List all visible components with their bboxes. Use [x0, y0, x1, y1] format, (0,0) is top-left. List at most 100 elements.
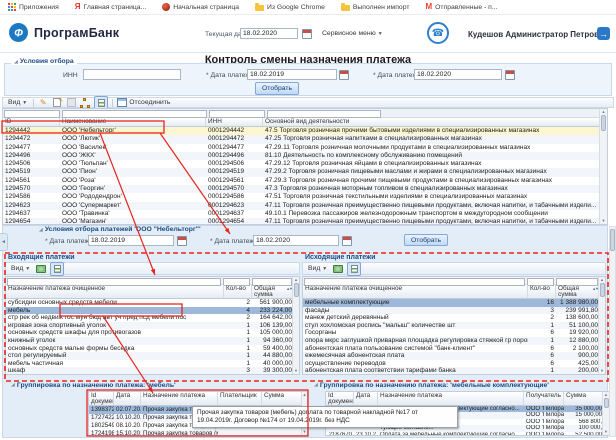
vertical-scrollbar[interactable]: ▲ ▼ [292, 277, 299, 374]
scroll-thumb[interactable] [610, 229, 615, 251]
table-row[interactable]: Госорганы619 920,00 [303, 329, 600, 337]
column-header-sum[interactable]: Сумма [564, 392, 604, 405]
table-row[interactable]: абонентская плата пользование системой "… [303, 345, 600, 353]
table-row[interactable]: 1294519ООО 'Пион'000129451947.29.2 Торго… [3, 168, 600, 176]
table-row[interactable]: ежемесячная абонентская плата6900,00 [303, 352, 600, 360]
table-row[interactable]: 1294561ООО 'Роза'000129456147.29.3 Торго… [3, 177, 600, 185]
table-row[interactable]: опора мкрс заглушкой приварная площадка … [303, 337, 600, 345]
page-scrollbar[interactable] [609, 226, 616, 437]
scroll-thumb[interactable] [600, 283, 605, 297]
column-header-doc-id[interactable]: Id документа [89, 392, 114, 405]
service-menu[interactable]: Сервисное меню ▼ [322, 30, 383, 37]
bookmark-yandex[interactable]: Я Главная страница... [75, 3, 146, 11]
table-row[interactable]: мебельные комплектующие161 388 980,00 [303, 299, 600, 307]
current-date-input[interactable] [240, 28, 298, 39]
phone-icon[interactable]: ☎ [427, 22, 449, 44]
scroll-down-icon[interactable]: ▼ [303, 429, 307, 435]
column-header-inn[interactable]: ИНН [206, 118, 263, 126]
calendar-icon[interactable] [505, 70, 515, 80]
column-header-doc-id[interactable]: Id документа [326, 392, 354, 405]
export-icon[interactable] [50, 262, 64, 276]
table-row[interactable]: 1294442ООО 'Небельторг'000129444247.5 То… [3, 127, 600, 135]
date-to-input[interactable] [414, 69, 502, 80]
table-row[interactable]: стол регулируемый144 880,00 [6, 352, 294, 360]
edit-form-icon[interactable]: ✎ [52, 98, 62, 108]
column-filter-input[interactable] [4, 110, 60, 118]
table-row[interactable]: 1294496ООО 'ЖКХ'000129449681.10 Деятельн… [3, 152, 600, 160]
scroll-down-icon[interactable]: ▼ [604, 429, 608, 435]
table-row[interactable]: игровая зона спортивный уголок1106 139,0… [6, 322, 294, 330]
table-row[interactable]: 1294623ООО 'Супермаркет'000129462347.11 … [3, 202, 600, 210]
column-header-purpose[interactable]: Назначение платежа [378, 392, 524, 405]
detach-button[interactable]: Отсоединить [117, 98, 170, 107]
table-row[interactable]: основных средств шкафы для противогазов1… [6, 329, 294, 337]
bookmark-apps[interactable]: Приложения [8, 3, 59, 11]
table-row[interactable]: основных средств малые формы беседка159 … [6, 345, 294, 353]
table-row[interactable]: манеж детский деревянный2138 600,00 [303, 314, 600, 322]
bookmark-gmail[interactable]: M Отправленные - п... [425, 3, 497, 11]
column-filter-input[interactable] [209, 110, 265, 118]
table-row[interactable]: шкаф339 300,00 [6, 367, 294, 375]
brand[interactable]: Ф ПрограмБанк [8, 22, 119, 43]
table-row[interactable]: 1294506ООО 'Тюльпан'000129450647.29.12 Т… [3, 160, 600, 168]
payments-filter-legend[interactable]: ◢ Условия отбора платежей 'ООО "Небельто… [36, 226, 204, 233]
table-row[interactable]: субсидии основных средств мебели2561 900… [6, 299, 294, 307]
column-header-receiver[interactable]: Получатель [524, 392, 564, 405]
inn-input[interactable] [83, 69, 181, 80]
bookmark-start-page[interactable]: Начальная страница [162, 3, 239, 11]
table-row[interactable]: стр рек об недвиж гос мун бюд авт уч пре… [6, 314, 294, 322]
table-row[interactable]: мебель4233 224,00 [6, 307, 294, 315]
column-filter-input[interactable] [62, 110, 207, 118]
column-header-total[interactable]: Общая сумма ▲▼ [556, 285, 600, 298]
calendar-icon[interactable] [342, 236, 352, 246]
collapse-panel-tab[interactable]: ◄ [0, 233, 8, 251]
select-button[interactable]: Отобрать [255, 82, 299, 95]
table-row[interactable]: 1294654ООО 'Магазин'000129465447.11 Торг… [3, 218, 600, 225]
column-header-payer[interactable]: Плательщик [218, 392, 262, 405]
table-row[interactable]: 218767023.10.2Оплата за мебельные компле… [326, 432, 604, 436]
column-header-count[interactable]: Кол-во [224, 285, 252, 298]
column-header-purpose[interactable]: Назначение платежа очищенное [6, 285, 224, 298]
table-row[interactable]: фасады3239 991,80 [303, 307, 600, 315]
edit-icon[interactable]: ✎ [38, 98, 48, 108]
table-row[interactable]: 1294477ООО 'Василек'000129447747.29.11 Т… [3, 144, 600, 152]
table-row[interactable]: стул хохломская роспись "малыш" количест… [303, 322, 600, 330]
date-from-input[interactable] [247, 69, 337, 80]
money-icon[interactable] [333, 264, 343, 274]
table-row[interactable]: 1294570ООО 'Георгин'000129457047.3 Торго… [3, 185, 600, 193]
scroll-down-icon[interactable]: ▼ [600, 368, 604, 374]
date-to-input[interactable] [253, 235, 339, 246]
scroll-down-icon[interactable]: ▼ [602, 218, 606, 224]
bookmark-import-folder[interactable]: Выполнен импорт [341, 3, 410, 11]
calendar-icon[interactable] [177, 236, 187, 246]
scroll-up-icon[interactable]: ▲ [303, 392, 307, 398]
logout-icon[interactable]: → [597, 27, 610, 40]
table-row[interactable]: 172419815.10.20...Прочая закупка товаров… [89, 430, 303, 436]
date-from-input[interactable] [88, 235, 174, 246]
column-header-name[interactable]: Наименование [60, 118, 206, 126]
column-header-purpose[interactable]: Назначение платежа очищенное [303, 285, 528, 298]
column-header-sum[interactable]: Сумма [262, 392, 303, 405]
column-header-date[interactable]: Дата [354, 392, 378, 405]
group-incoming-title[interactable]: ◢ Группировка по назначению платежа: 'ме… [5, 380, 303, 389]
view-button[interactable]: Вид ▼ [306, 265, 329, 272]
table-row[interactable]: мебель частичная140 000,00 [6, 360, 294, 368]
scroll-down-icon[interactable]: ▼ [294, 368, 298, 374]
calendar-icon[interactable] [302, 29, 312, 39]
table-row[interactable]: 1294472ООО 'Лютик'000129447247.25 Торгов… [3, 135, 600, 143]
hierarchy-icon[interactable] [80, 98, 90, 108]
vertical-scrollbar[interactable]: ▲ ▼ [598, 277, 605, 374]
vertical-scrollbar[interactable]: ▲ ▼ [599, 109, 607, 224]
select-payments-button[interactable]: Отобрать [404, 234, 448, 246]
scroll-thumb[interactable] [604, 398, 609, 408]
column-filter-input[interactable] [267, 110, 381, 118]
column-header-purpose[interactable]: Назначение платежа [141, 392, 218, 405]
table-row[interactable]: абонентская плата соответствии тарифами … [303, 367, 600, 375]
vertical-scrollbar[interactable]: ▲ ▼ [602, 392, 609, 435]
group-outgoing-title[interactable]: ◢ Группировка по назначению платежа: 'ме… [308, 380, 608, 389]
money-icon[interactable] [36, 264, 46, 274]
filter-section-legend[interactable]: ◢ Условия отбора [11, 58, 77, 65]
column-header-id[interactable]: ID [3, 118, 60, 126]
view-button[interactable]: Вид ▼ [9, 265, 32, 272]
table-row[interactable]: книжный уголок194 360,00 [6, 337, 294, 345]
